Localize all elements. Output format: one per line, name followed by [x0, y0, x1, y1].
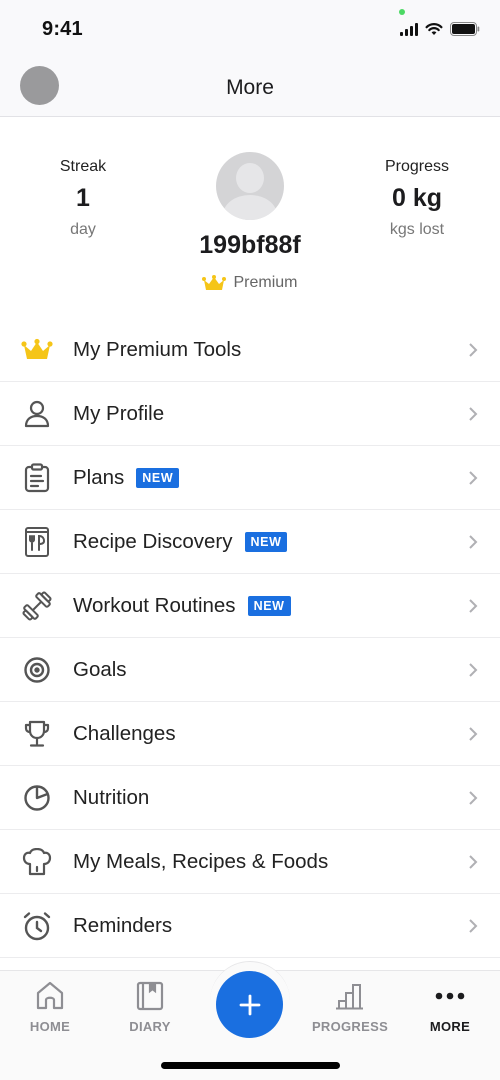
chevron-right-icon — [469, 790, 478, 805]
clipboard-icon — [20, 461, 54, 495]
progress-unit: kgs lost — [389, 221, 445, 238]
tab-label: PROGRESS — [311, 1019, 389, 1034]
progress-label: Progress — [384, 158, 450, 175]
menu-item-recipe-discovery[interactable]: Recipe Discovery NEW — [0, 510, 500, 574]
chevron-right-icon — [469, 534, 478, 549]
menu-item-label: Recipe Discovery — [73, 529, 233, 553]
home-icon — [0, 979, 100, 1013]
tab-label: MORE — [429, 1019, 471, 1034]
more-dots-icon — [400, 979, 500, 1013]
menu-item-plans[interactable]: Plans NEW — [0, 446, 500, 510]
profile-avatar[interactable] — [216, 152, 284, 220]
membership-label: Premium — [233, 274, 298, 291]
target-icon — [20, 653, 54, 687]
premium-badge: Premium — [0, 274, 500, 292]
cellular-signal-icon — [400, 22, 418, 36]
trophy-icon — [20, 717, 54, 751]
new-badge: NEW — [136, 467, 180, 488]
chef-hat-icon — [20, 845, 54, 879]
menu-item-workout-routines[interactable]: Workout Routines NEW — [0, 574, 500, 638]
menu-item-label: Reminders — [73, 913, 173, 937]
status-icons — [400, 22, 480, 36]
wifi-icon — [425, 23, 443, 35]
diary-icon — [100, 979, 200, 1013]
chevron-right-icon — [469, 470, 478, 485]
more-menu-list: My Premium Tools My Profile Plans NEW Re… — [0, 318, 500, 958]
page-title: More — [226, 76, 274, 99]
new-badge: NEW — [244, 531, 288, 552]
menu-item-label: Workout Routines — [73, 593, 236, 617]
home-indicator — [161, 1062, 340, 1069]
menu-item-reminders[interactable]: Reminders — [0, 894, 500, 958]
menu-item-goals[interactable]: Goals — [0, 638, 500, 702]
crown-icon — [202, 274, 227, 290]
menu-item-premium-tools[interactable]: My Premium Tools — [0, 318, 500, 382]
bar-chart-icon — [300, 979, 400, 1013]
chevron-right-icon — [469, 406, 478, 421]
profile-summary: Streak 1 day 199bf88f Premium Progress 0… — [0, 118, 500, 318]
menu-item-my-meals-recipes-foods[interactable]: My Meals, Recipes & Foods — [0, 830, 500, 894]
tab-diary[interactable]: DIARY — [100, 979, 200, 1034]
tab-label: HOME — [29, 1019, 71, 1034]
menu-item-challenges[interactable]: Challenges — [0, 702, 500, 766]
tab-home[interactable]: HOME — [0, 979, 100, 1034]
tab-progress[interactable]: PROGRESS — [300, 979, 400, 1034]
menu-item-label: Nutrition — [73, 785, 150, 809]
menu-item-label: My Profile — [73, 401, 165, 425]
menu-item-label: My Meals, Recipes & Foods — [73, 849, 329, 873]
streak-value: 1 — [76, 184, 90, 212]
streak-stat: Streak 1 day — [13, 158, 153, 239]
battery-icon — [450, 22, 480, 36]
progress-value: 0 kg — [391, 184, 443, 212]
tab-label: DIARY — [129, 1019, 171, 1034]
chevron-right-icon — [469, 854, 478, 869]
chevron-right-icon — [469, 918, 478, 933]
recipe-book-icon — [20, 525, 54, 559]
pie-chart-icon — [20, 781, 54, 815]
tab-more[interactable]: MORE — [400, 979, 500, 1034]
add-icon — [239, 994, 260, 1015]
menu-item-label: My Premium Tools — [73, 337, 242, 361]
crown-icon — [20, 333, 54, 367]
add-button[interactable] — [216, 971, 283, 1038]
camera-indicator-dot — [399, 9, 405, 15]
dumbbell-icon — [20, 589, 54, 623]
alarm-clock-icon — [20, 909, 54, 943]
menu-item-label: Goals — [73, 657, 127, 681]
person-icon — [20, 397, 54, 431]
menu-item-nutrition[interactable]: Nutrition — [0, 766, 500, 830]
menu-item-my-profile[interactable]: My Profile — [0, 382, 500, 446]
chevron-right-icon — [469, 726, 478, 741]
new-badge: NEW — [247, 595, 291, 616]
streak-label: Streak — [59, 158, 107, 175]
avatar-body-shape — [223, 195, 277, 220]
menu-item-label: Challenges — [73, 721, 176, 745]
menu-item-label: Plans — [73, 465, 125, 489]
chevron-right-icon — [469, 342, 478, 357]
status-bar: 9:41 — [0, 0, 500, 60]
navigation-bar: More — [0, 60, 500, 117]
progress-stat: Progress 0 kg kgs lost — [347, 158, 487, 239]
chevron-right-icon — [469, 662, 478, 677]
chevron-right-icon — [469, 598, 478, 613]
avatar-head-shape — [236, 163, 264, 193]
status-time: 9:41 — [42, 18, 83, 40]
